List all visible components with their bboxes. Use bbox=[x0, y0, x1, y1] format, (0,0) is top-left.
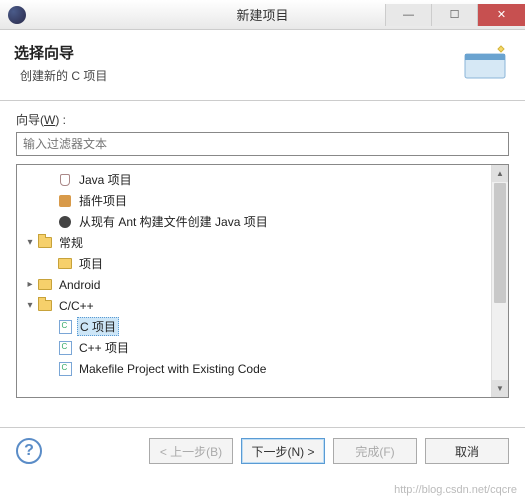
scroll-thumb[interactable] bbox=[494, 183, 506, 303]
expand-icon[interactable]: ▸ bbox=[23, 279, 37, 290]
wizard-filter-label: 向导(W) : bbox=[16, 111, 509, 128]
tree-item-label: Java 项目 bbox=[77, 171, 134, 188]
c-file-icon bbox=[57, 340, 73, 356]
tree-item[interactable]: C++ 项目 bbox=[17, 337, 508, 358]
tree-item-label: 项目 bbox=[77, 255, 105, 272]
tree-item-label: C/C++ bbox=[57, 299, 96, 313]
vertical-scrollbar[interactable]: ▲ ▼ bbox=[491, 165, 508, 397]
help-button[interactable]: ? bbox=[16, 438, 42, 464]
cancel-button[interactable]: 取消 bbox=[425, 438, 509, 464]
tree-item[interactable]: Java 项目 bbox=[17, 169, 508, 190]
maximize-button[interactable]: ☐ bbox=[431, 4, 477, 26]
tree-item[interactable]: 项目 bbox=[17, 253, 508, 274]
dialog-header: 选择向导 创建新的 C 项目 bbox=[0, 30, 525, 101]
ant-icon bbox=[57, 214, 73, 230]
header-title: 选择向导 bbox=[14, 42, 511, 63]
tree-item[interactable]: ▸ Android bbox=[17, 274, 508, 295]
tree-item[interactable]: ▾ 常规 bbox=[17, 232, 508, 253]
tree-item-label: C 项目 bbox=[77, 317, 119, 336]
tree-item-label: C++ 项目 bbox=[77, 339, 131, 356]
tree-item[interactable]: 插件项目 bbox=[17, 190, 508, 211]
tree-item[interactable]: C 项目 bbox=[17, 316, 508, 337]
tree-item[interactable]: ▾ C/C++ bbox=[17, 295, 508, 316]
tree-item[interactable]: Makefile Project with Existing Code bbox=[17, 358, 508, 379]
eclipse-icon bbox=[8, 6, 26, 24]
tree-item-label: Android bbox=[57, 278, 102, 292]
finish-button[interactable]: 完成(F) bbox=[333, 438, 417, 464]
next-button[interactable]: 下一步(N) > bbox=[241, 438, 325, 464]
minimize-button[interactable]: — bbox=[385, 4, 431, 26]
tree-item[interactable]: 从现有 Ant 构建文件创建 Java 项目 bbox=[17, 211, 508, 232]
scroll-up-button[interactable]: ▲ bbox=[492, 165, 508, 182]
collapse-icon[interactable]: ▾ bbox=[23, 300, 37, 311]
c-file-icon bbox=[57, 361, 73, 377]
dialog-content: 向导(W) : Java 项目插件项目从现有 Ant 构建文件创建 Java 项… bbox=[0, 101, 525, 404]
java-icon bbox=[57, 172, 73, 188]
folder-open-icon bbox=[37, 235, 53, 251]
back-button[interactable]: < 上一步(B) bbox=[149, 438, 233, 464]
wizard-tree: Java 项目插件项目从现有 Ant 构建文件创建 Java 项目 ▾ 常规项目 ▸ A… bbox=[16, 164, 509, 398]
header-subtitle: 创建新的 C 项目 bbox=[20, 67, 511, 84]
folder-icon bbox=[37, 277, 53, 293]
tree-item-label: Makefile Project with Existing Code bbox=[77, 362, 268, 376]
tree-item-label: 插件项目 bbox=[77, 192, 129, 209]
wizard-banner-icon bbox=[463, 42, 511, 82]
tree-item-label: 从现有 Ant 构建文件创建 Java 项目 bbox=[77, 213, 270, 230]
folder-icon bbox=[57, 256, 73, 272]
folder-open-icon bbox=[37, 298, 53, 314]
scroll-down-button[interactable]: ▼ bbox=[492, 380, 508, 397]
watermark-text: http://blog.csdn.net/cqcre bbox=[394, 484, 517, 496]
title-bar: 新建项目 — ☐ ✕ bbox=[0, 0, 525, 30]
c-file-icon bbox=[57, 319, 73, 335]
plugin-icon bbox=[57, 193, 73, 209]
tree-item-label: 常规 bbox=[57, 234, 85, 251]
close-button[interactable]: ✕ bbox=[477, 4, 525, 26]
window-controls: — ☐ ✕ bbox=[385, 4, 525, 26]
wizard-filter-input[interactable] bbox=[16, 132, 509, 156]
collapse-icon[interactable]: ▾ bbox=[23, 237, 37, 248]
dialog-footer: ? < 上一步(B) 下一步(N) > 完成(F) 取消 bbox=[0, 427, 525, 474]
